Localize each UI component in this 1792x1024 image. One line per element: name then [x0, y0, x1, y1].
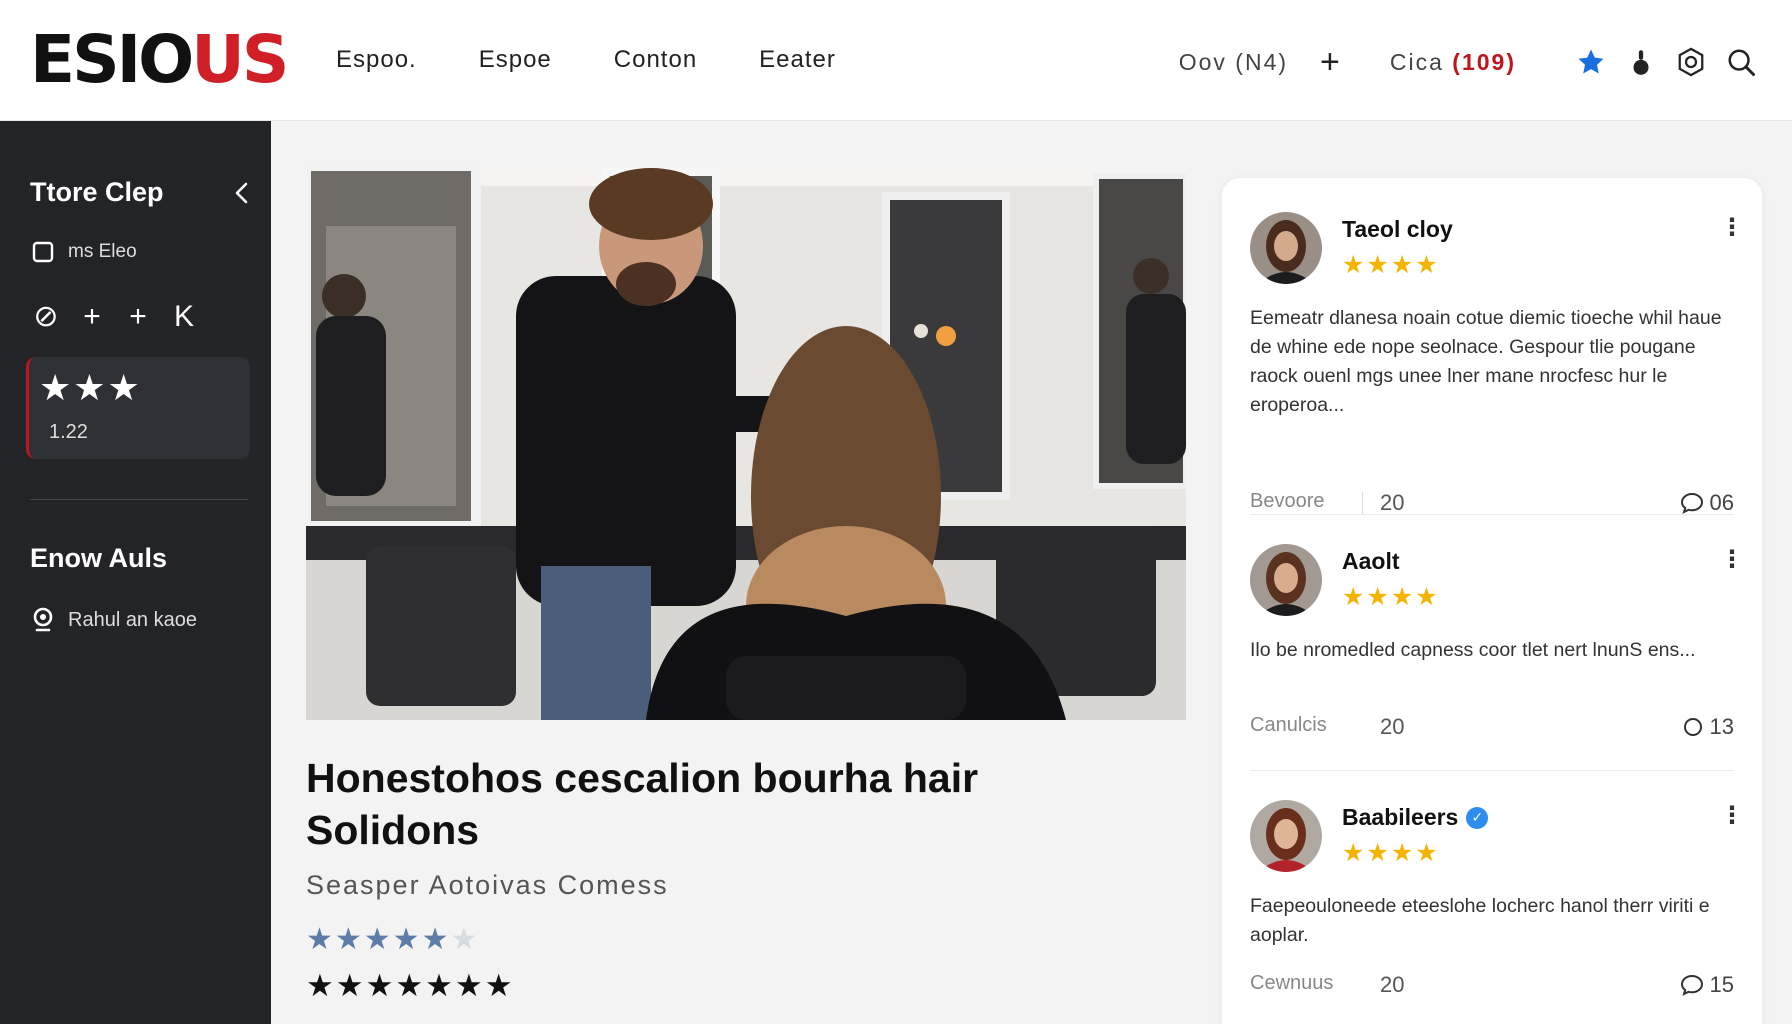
plus-icon-2[interactable]: +: [124, 300, 152, 334]
cart-label: Cica: [1389, 48, 1444, 75]
star-icon[interactable]: [1574, 45, 1608, 79]
search-icon[interactable]: [1724, 45, 1758, 79]
settings-gear-icon[interactable]: [1674, 45, 1708, 79]
review-card: Aaolt ★★★★ ⋮ Ilo be nromedled capness co…: [1250, 544, 1744, 764]
review-meta-value: 20: [1380, 490, 1405, 515]
review-meta-label: Cewnuus: [1250, 972, 1334, 994]
cart-indicator[interactable]: Cica (109): [1390, 49, 1516, 76]
avatar[interactable]: [1250, 212, 1322, 284]
rating-input-stars[interactable]: ★★★★★★★: [306, 968, 515, 1004]
review-meta-value: 20: [1380, 714, 1405, 739]
salon-hero-image: [306, 166, 1186, 720]
sidebar-item-label: Rahul an kaoe: [68, 608, 197, 631]
comment-bubble-icon: [1680, 492, 1703, 514]
nav-link-2[interactable]: Espoe: [479, 46, 552, 74]
sidebar-title: Ttore Clep: [30, 177, 164, 207]
review-divider: [1250, 514, 1734, 515]
avatar[interactable]: [1250, 544, 1322, 616]
comment-count: 06: [1709, 490, 1734, 515]
comment-count: 15: [1709, 972, 1734, 997]
avatar[interactable]: [1250, 800, 1322, 872]
review-text: Faepeouloneede eteeslohe locherc hanol t…: [1250, 895, 1710, 946]
comments-button[interactable]: 06: [1680, 490, 1734, 516]
review-meta-label: Bevoore: [1250, 490, 1325, 512]
brand-logo[interactable]: ESIOUS: [30, 20, 289, 100]
top-navbar: ESIOUS Espoo. Espoe Conton Eeater Oov (N…: [0, 0, 1792, 121]
meta-separator: [1362, 492, 1363, 514]
sidebar-icon-row: ⊘ + + K: [32, 299, 198, 334]
checkbox-icon: [32, 241, 54, 263]
comment-circle-icon: [1683, 718, 1702, 736]
nav-link-3[interactable]: Conton: [614, 46, 697, 74]
article-rating[interactable]: ★★★★★★: [306, 922, 479, 957]
nav-link-1[interactable]: Espoo.: [336, 46, 417, 74]
sidebar-item-label: ms Eleo: [68, 241, 137, 262]
comments-button[interactable]: 13: [1682, 714, 1734, 740]
review-text: Ilo be nromedled capness coor tlet nert …: [1250, 639, 1696, 661]
article-title: Honestohos cescalion bourha hair Solidon…: [306, 755, 979, 853]
nav-link-4[interactable]: Eeater: [759, 46, 836, 74]
drop-icon[interactable]: [1624, 45, 1658, 79]
review-stars: ★★★★: [1342, 839, 1440, 867]
reviewer-name-text: Aaolt: [1342, 548, 1400, 574]
header-actions: Oov (N4) + Cica (109): [1179, 38, 1758, 86]
reviews-panel: Taeol cloy ★★★★ ⋮ Eemeatr dlanesa noain …: [1222, 178, 1762, 1024]
reviewer-name: Baabileers ✓: [1342, 804, 1489, 831]
comments-button[interactable]: 15: [1680, 972, 1734, 998]
k-icon[interactable]: K: [170, 300, 198, 334]
review-card: Baabileers ✓ ★★★★ ⋮ Faepeouloneede etees…: [1250, 800, 1744, 1020]
cart-count: (109): [1452, 48, 1516, 75]
review-divider: [1250, 770, 1734, 771]
location-pin-icon: [33, 607, 53, 632]
ov-indicator[interactable]: Oov (N4): [1179, 49, 1288, 76]
rating-stars-filled: ★★★★★: [306, 923, 451, 956]
reviewer-name: Aaolt: [1342, 548, 1400, 575]
comment-bubble-icon: [1680, 974, 1703, 996]
sidebar-rating-card[interactable]: ★★★ 1.22: [26, 357, 250, 459]
review-card: Taeol cloy ★★★★ ⋮ Eemeatr dlanesa noain …: [1250, 212, 1744, 515]
add-button[interactable]: +: [1320, 45, 1340, 79]
rating-stars-empty: ★: [450, 923, 480, 956]
block-icon[interactable]: ⊘: [32, 299, 60, 334]
sidebar-section-title: Enow Auls: [30, 543, 168, 573]
review-stars: ★★★★: [1342, 251, 1440, 279]
more-options-icon[interactable]: ⋮: [1720, 216, 1744, 240]
chevron-left-icon[interactable]: [230, 179, 254, 207]
sidebar-item-1[interactable]: ms Eleo: [32, 241, 137, 263]
sidebar-card-value: 1.22: [49, 421, 88, 443]
verified-badge-icon: ✓: [1466, 806, 1489, 829]
logo-text-black: ESIO: [30, 21, 194, 98]
logo-text-red: US: [191, 21, 289, 98]
more-options-icon[interactable]: ⋮: [1720, 548, 1744, 572]
review-meta-value: 20: [1380, 972, 1405, 997]
plus-icon[interactable]: +: [78, 300, 106, 334]
sidebar-item-2[interactable]: Rahul an kaoe: [32, 607, 197, 633]
more-options-icon[interactable]: ⋮: [1720, 804, 1744, 828]
review-text: Eemeatr dlanesa noain cotue diemic tioec…: [1250, 307, 1722, 416]
sidebar-divider: [30, 499, 248, 500]
main-nav: Espoo. Espoe Conton Eeater: [336, 46, 836, 74]
sidebar-card-stars: ★★★: [39, 367, 142, 408]
sidebar: Ttore Clep ms Eleo ⊘ + + K ★★★ 1.22 Enow…: [0, 121, 271, 1024]
reviewer-name: Taeol cloy: [1342, 216, 1453, 243]
reviewer-name-text: Baabileers: [1342, 804, 1459, 830]
reviewer-name-text: Taeol cloy: [1342, 216, 1453, 242]
review-meta-label: Canulcis: [1250, 714, 1327, 736]
article-subtitle: Seasper Aotoivas Comess: [306, 870, 669, 900]
review-stars: ★★★★: [1342, 583, 1440, 611]
comment-count: 13: [1709, 714, 1734, 739]
